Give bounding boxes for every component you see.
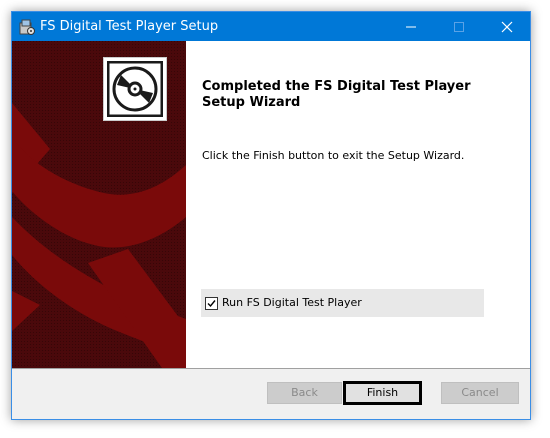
minimize-button[interactable] xyxy=(388,12,434,41)
wizard-side-banner xyxy=(12,41,186,368)
run-checkbox-label[interactable]: Run FS Digital Test Player xyxy=(222,289,362,317)
run-checkbox[interactable] xyxy=(205,297,218,310)
back-button[interactable]: Back xyxy=(267,382,342,404)
finish-button[interactable]: Finish xyxy=(343,381,422,405)
window-title: FS Digital Test Player Setup xyxy=(40,19,219,34)
maximize-icon xyxy=(454,22,464,32)
close-icon xyxy=(501,21,513,33)
disc-icon xyxy=(107,61,163,117)
product-logo xyxy=(103,57,167,121)
close-button[interactable] xyxy=(484,12,530,41)
completion-heading: Completed the FS Digital Test Player Set… xyxy=(202,79,471,110)
instruction-text: Click the Finish button to exit the Setu… xyxy=(202,149,465,162)
minimize-icon xyxy=(406,26,416,28)
wizard-content: Completed the FS Digital Test Player Set… xyxy=(186,41,530,368)
setup-window: FS Digital Test Player Setup Completed t… xyxy=(11,11,531,420)
installer-icon xyxy=(18,18,36,36)
title-bar[interactable]: FS Digital Test Player Setup xyxy=(12,12,530,41)
cancel-button[interactable]: Cancel xyxy=(441,382,519,404)
checkmark-icon xyxy=(207,300,216,308)
wizard-footer: Back Finish Cancel xyxy=(12,369,530,419)
run-program-option[interactable]: Run FS Digital Test Player xyxy=(201,289,484,317)
maximize-button[interactable] xyxy=(436,12,482,41)
